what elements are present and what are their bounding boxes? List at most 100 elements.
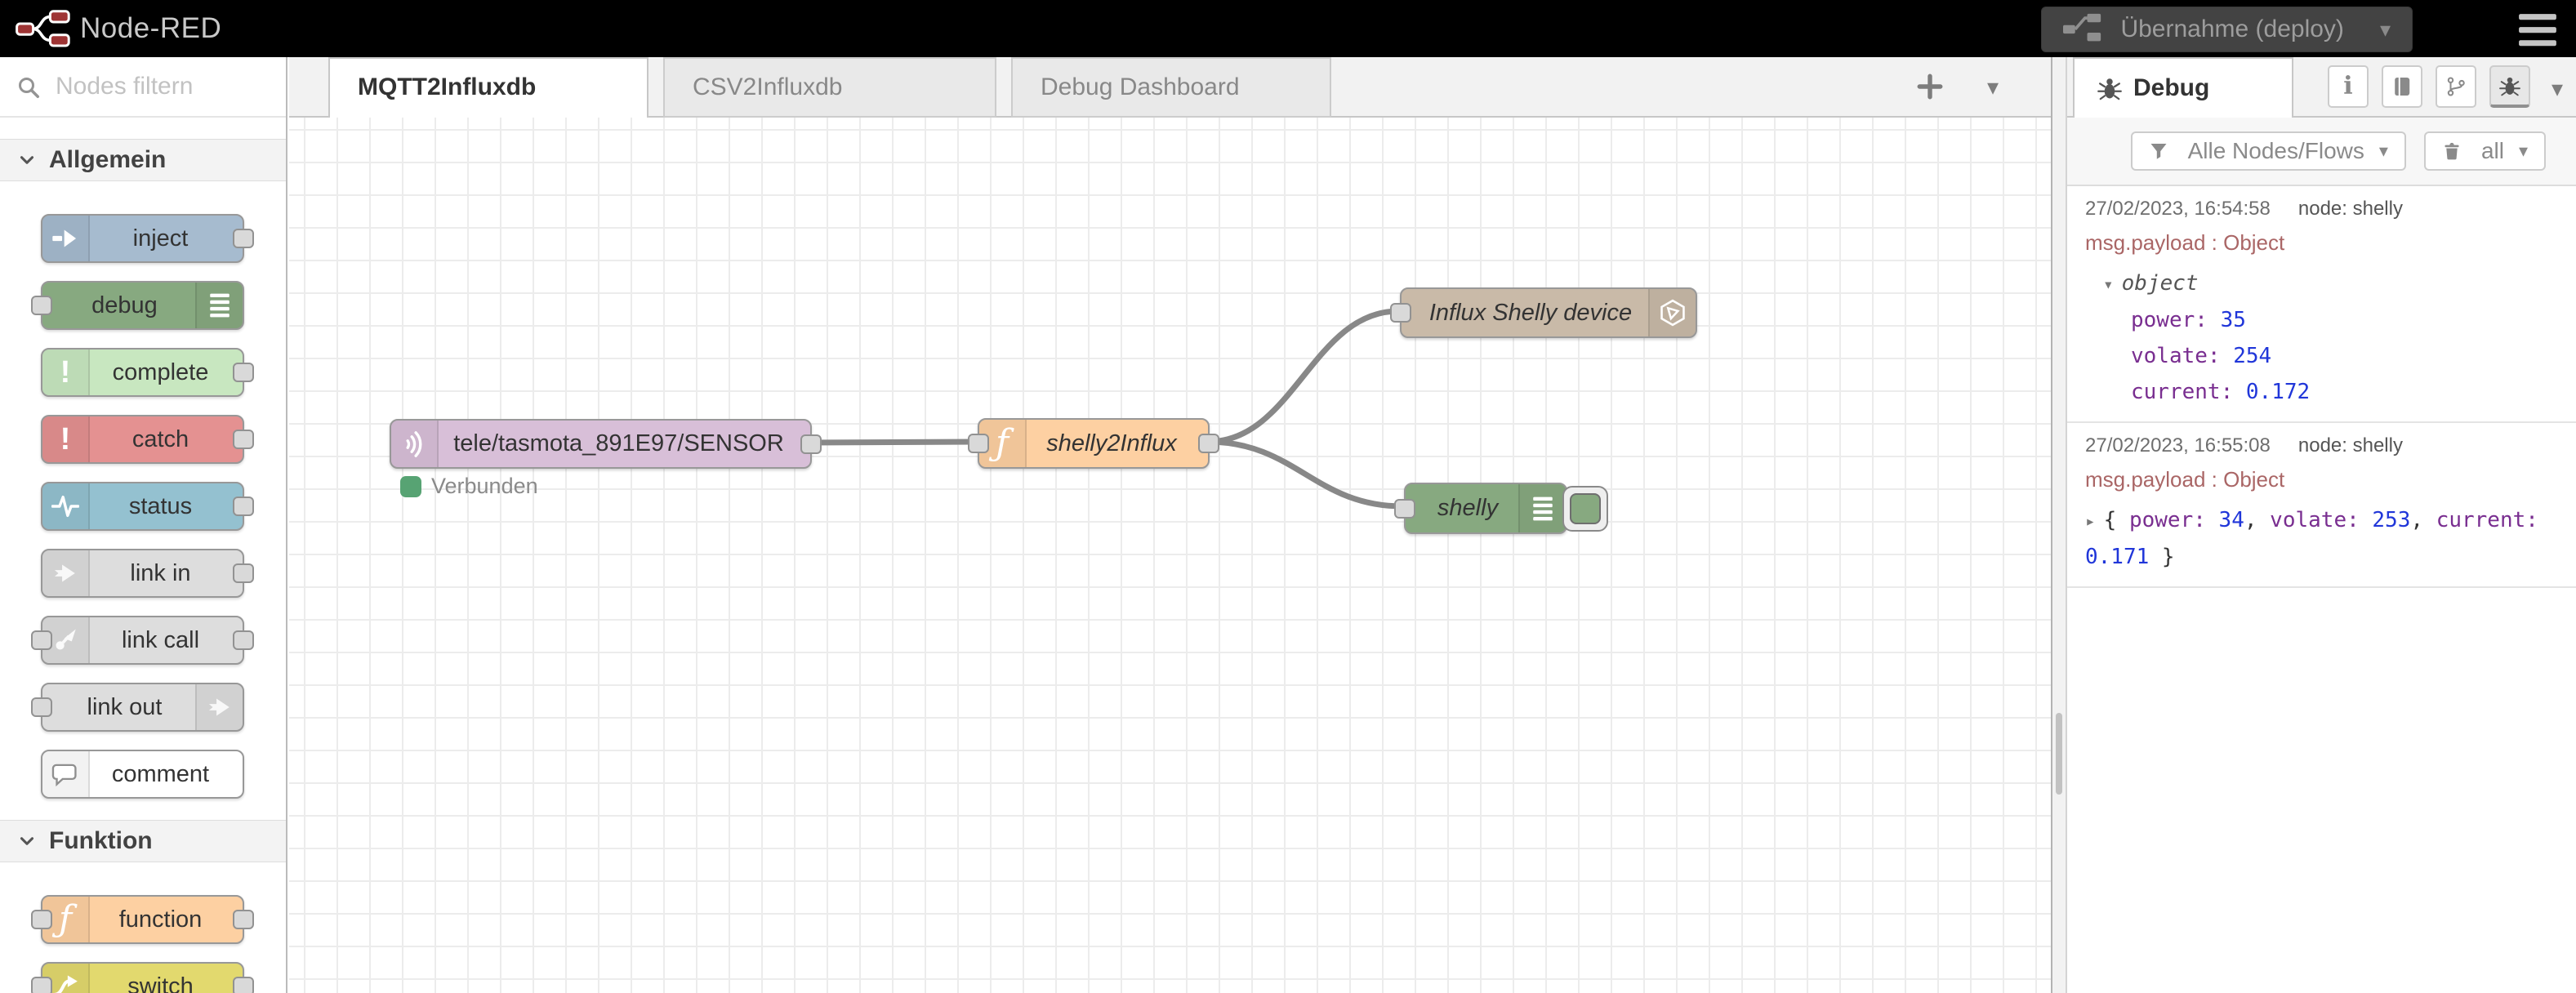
node-port-input[interactable] (1390, 303, 1411, 323)
sidebar-tool-git-button[interactable] (2436, 65, 2476, 108)
sidebar-menu-caret-icon[interactable]: ▾ (2551, 75, 2563, 102)
sidebar-tool-debug-button[interactable] (2489, 65, 2530, 108)
palette-node-function[interactable]: ƒfunction (41, 895, 244, 944)
palette-filter-input[interactable] (54, 65, 270, 108)
object-expand-row[interactable]: ▾ object (2085, 265, 2558, 302)
property-key: volate: (2131, 344, 2221, 368)
node-label: debug (42, 283, 243, 328)
palette-node-link-call[interactable]: link call (41, 616, 244, 665)
node-red-logo-icon (15, 9, 72, 48)
node-port-input[interactable] (31, 697, 52, 717)
object-property-row: power: 35 (2085, 302, 2558, 338)
flow-wire[interactable] (810, 442, 976, 443)
debug-timestamp: 27/02/2023, 16:55:08 (2085, 434, 2271, 456)
flow-canvas[interactable]: tele/tasmota_891E97/SENSORVerbundenƒshel… (289, 118, 2051, 993)
flow-tab-csv2influxdb[interactable]: CSV2Influxdb (663, 57, 996, 118)
node-port-output[interactable] (233, 496, 254, 516)
palette-node-link-in[interactable]: link in (41, 549, 244, 598)
workspace-area: MQTT2InfluxdbCSV2InfluxdbDebug Dashboard… (289, 57, 2051, 993)
node-red-app: Node-RED Übernahme (deploy) ▾ Allgemein i… (0, 0, 2576, 993)
node-port-output[interactable] (800, 434, 822, 454)
node-port-output[interactable] (233, 910, 254, 929)
sidebar-tool-help-button[interactable] (2382, 65, 2422, 108)
flow-node-func[interactable]: ƒshelly2Influx (978, 418, 1210, 469)
info-icon: i (2343, 74, 2352, 99)
node-port-input[interactable] (31, 977, 52, 993)
debug-payload-body: ▾objectpower: 35volate: 254current: 0.17… (2085, 265, 2558, 410)
object-inline-row[interactable]: ▸{ power: 34, volate: 253, current: 0.17… (2085, 502, 2558, 575)
inline-segment: , (2410, 508, 2436, 532)
node-port-input[interactable] (31, 296, 52, 315)
palette-node-catch[interactable]: !catch (41, 415, 244, 464)
flow-tab-mqtt2influxdb[interactable]: MQTT2Influxdb (328, 57, 648, 118)
palette-item-group: ƒfunction switch (0, 895, 286, 993)
inline-segment: 253 (2372, 508, 2410, 532)
deploy-icon (2063, 13, 2102, 46)
debug-payload-path: msg.payload : Object (2085, 467, 2558, 492)
node-port-input[interactable] (1394, 499, 1415, 519)
palette-node-switch[interactable]: switch (41, 962, 244, 993)
flow-tab-debug dashboard[interactable]: Debug Dashboard (1011, 57, 1331, 118)
node-port-input[interactable] (31, 910, 52, 929)
deploy-button[interactable]: Übernahme (deploy) ▾ (2041, 7, 2413, 52)
inline-segment: { (2104, 508, 2129, 532)
palette-item-group: inject debug !complete !catch status link in l… (0, 214, 286, 799)
node-port-output[interactable] (233, 229, 254, 248)
flow-node-mqtt[interactable]: tele/tasmota_891E97/SENSOR (390, 419, 812, 469)
debug-enable-toggle[interactable] (1562, 486, 1608, 532)
flow-node-influx[interactable]: Influx Shelly device (1400, 287, 1697, 338)
palette-category-label: Funktion (49, 827, 153, 855)
palette-node-complete[interactable]: !complete (41, 348, 244, 397)
collapse-caret-icon[interactable]: ▾ (2103, 274, 2114, 294)
node-port-output[interactable] (233, 977, 254, 993)
object-type-label: object (2122, 271, 2199, 296)
node-port-output[interactable] (233, 630, 254, 650)
flow-node-shelly[interactable]: shelly (1404, 483, 1567, 534)
main-menu-button[interactable] (2517, 11, 2558, 47)
palette-node-link-out[interactable]: link out (41, 683, 244, 732)
debug-source-node: node: shelly (2298, 198, 2403, 220)
debug-message[interactable]: 27/02/2023, 16:54:58node: shellymsg.payl… (2067, 186, 2576, 423)
debug-message[interactable]: 27/02/2023, 16:55:08node: shelly msg.payl… (2067, 423, 2576, 588)
search-icon (16, 75, 41, 100)
inline-segment: 34 (2219, 508, 2244, 532)
bug-icon (2097, 76, 2122, 100)
debug-clear-button[interactable]: all ▾ (2424, 131, 2546, 171)
flow-list-caret-icon[interactable]: ▾ (1987, 73, 1999, 100)
node-port-output[interactable] (1198, 434, 1219, 453)
debug-message-meta: 27/02/2023, 16:55:08node: shelly (2085, 434, 2558, 457)
palette-node-status[interactable]: status (41, 482, 244, 531)
expand-caret-icon[interactable]: ▸ (2085, 511, 2096, 531)
palette-category-allgemein[interactable]: Allgemein (0, 139, 286, 181)
palette-category-funktion[interactable]: Funktion (0, 820, 286, 862)
node-label: catch (42, 416, 243, 462)
palette-node-debug[interactable]: debug (41, 281, 244, 330)
debug-message-list: 27/02/2023, 16:54:58node: shellymsg.payl… (2067, 186, 2576, 993)
sidebar-tool-info-button[interactable]: i (2328, 65, 2369, 108)
debug-filter-button[interactable]: Alle Nodes/Flows ▾ (2131, 131, 2406, 171)
tab-debug[interactable]: Debug (2073, 57, 2293, 118)
funnel-icon (2149, 141, 2178, 161)
flow-wire[interactable] (1208, 311, 1398, 442)
node-port-output[interactable] (233, 363, 254, 382)
node-port-output[interactable] (233, 563, 254, 583)
node-port-input[interactable] (968, 434, 989, 453)
debug-filter-label: Alle Nodes/Flows (2188, 138, 2364, 164)
node-port-output[interactable] (233, 430, 254, 449)
sidebar-splitter[interactable] (2051, 57, 2067, 993)
app-header: Node-RED Übernahme (deploy) ▾ (0, 0, 2576, 57)
inline-segment: power: (2129, 508, 2219, 532)
node-label: switch (42, 964, 243, 993)
node-port-input[interactable] (31, 630, 52, 650)
palette-node-comment[interactable]: comment (41, 750, 244, 799)
property-value: 35 (2221, 308, 2246, 332)
add-flow-button[interactable] (1915, 72, 1945, 101)
debug-toggle-state (1570, 493, 1601, 524)
canvas-vertical-scrollbar[interactable] (2056, 713, 2062, 795)
deploy-options-caret-icon[interactable]: ▾ (2380, 17, 2391, 42)
node-label: Influx Shelly device (1402, 289, 1696, 336)
palette-node-inject[interactable]: inject (41, 214, 244, 263)
inline-segment: current: (2436, 508, 2538, 532)
flow-wire[interactable] (1208, 442, 1402, 506)
sidebar-tabbar: Debug i ▾ (2067, 57, 2576, 118)
